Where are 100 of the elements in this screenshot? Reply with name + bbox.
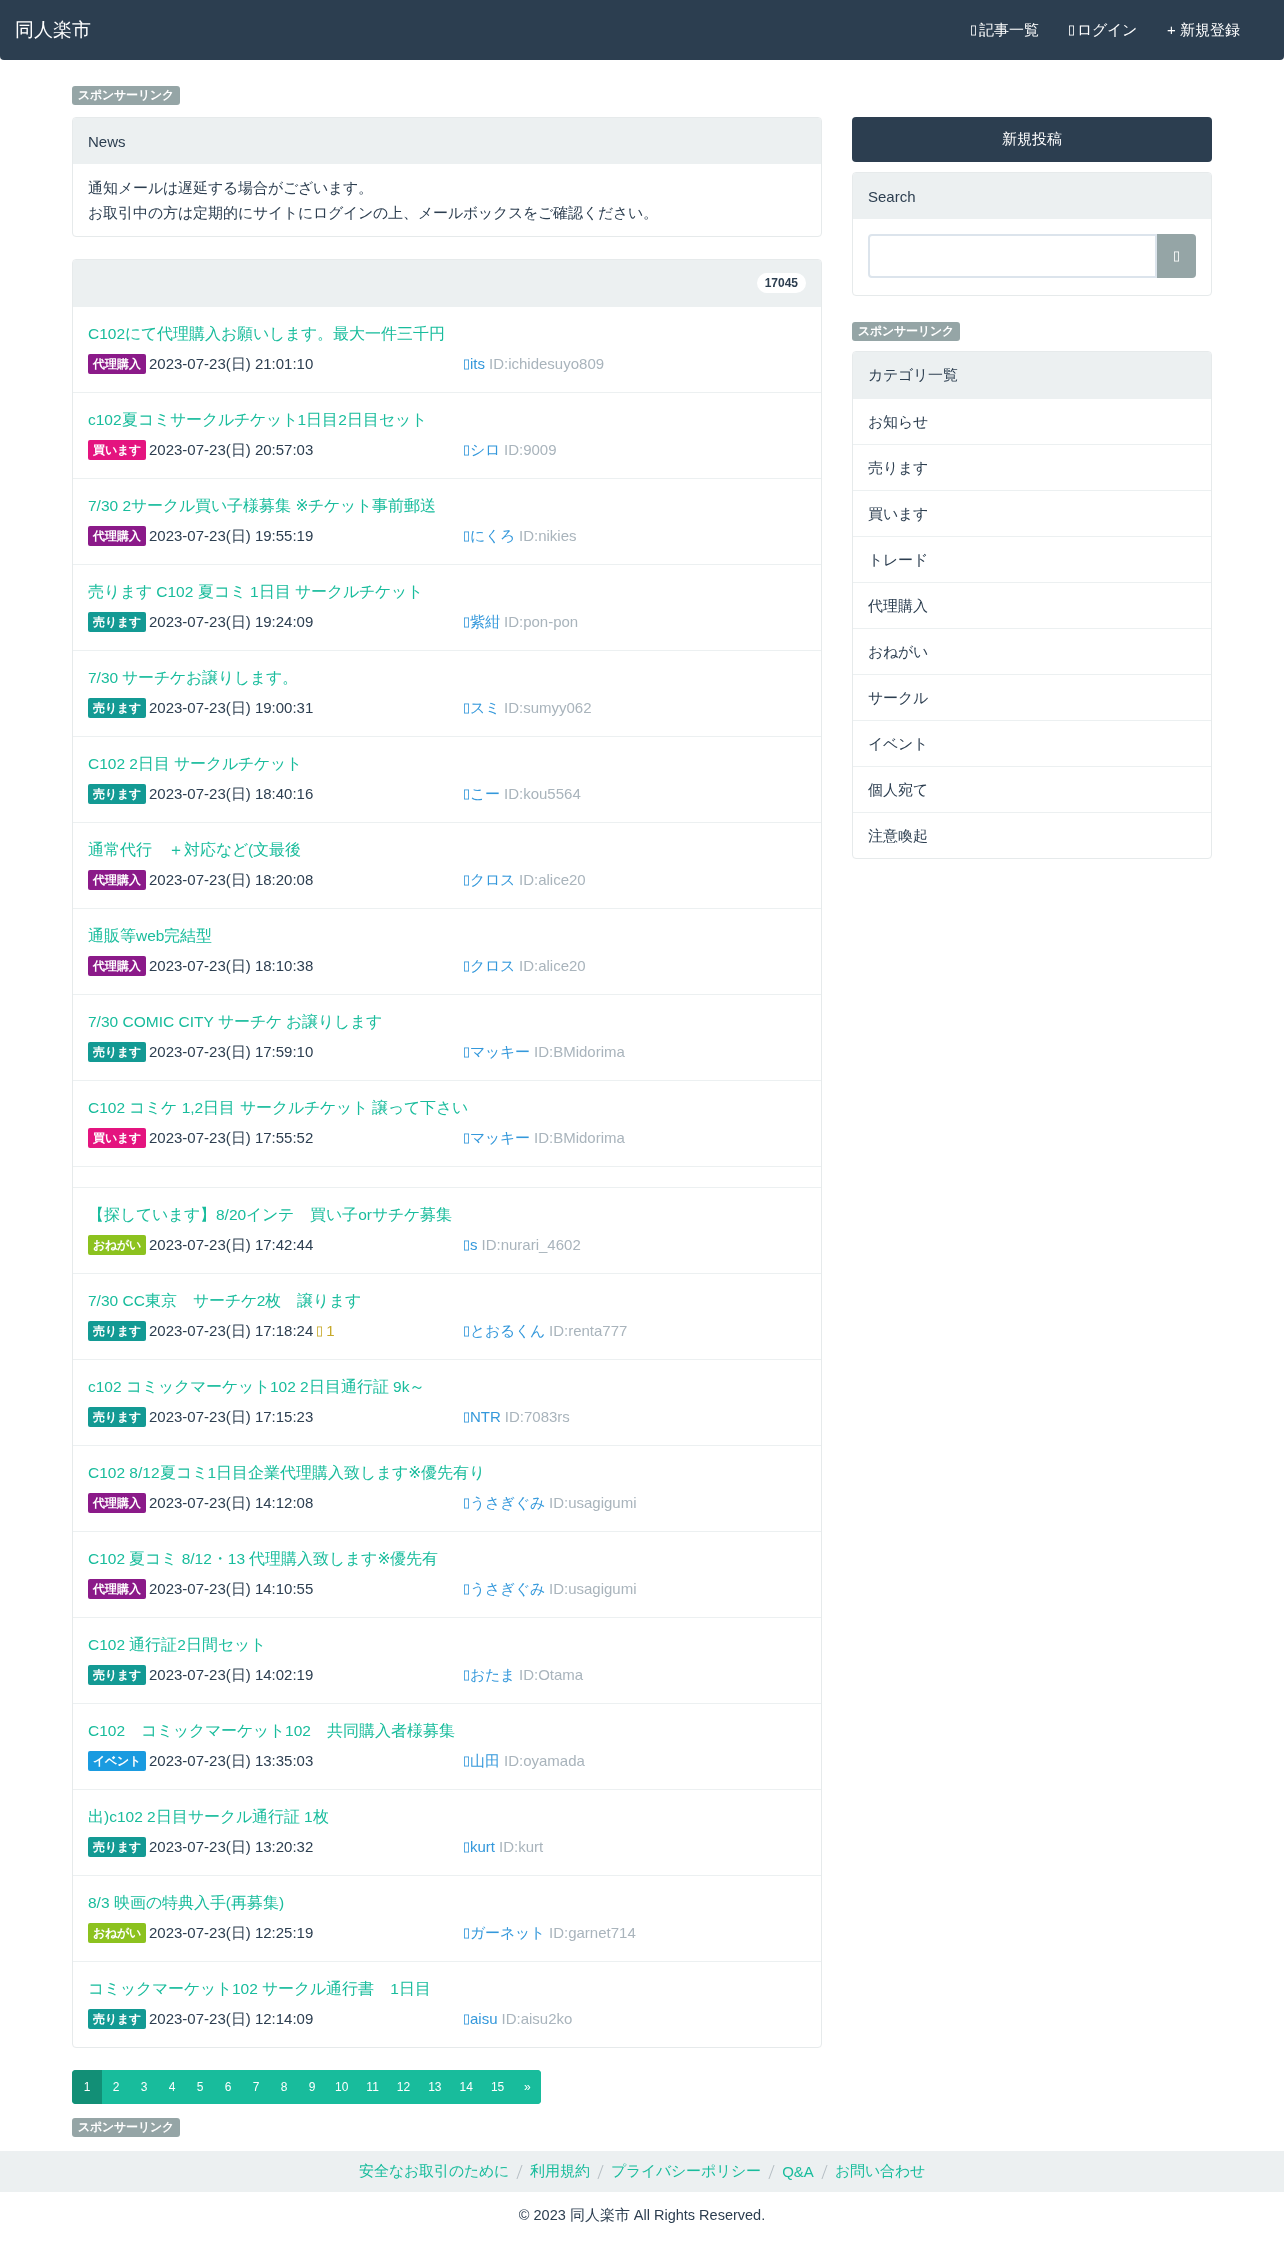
card-title: Search [853, 173, 1211, 219]
post-title-link[interactable]: 【探しています】8/20インテ 買い子orサチケ募集 [88, 1203, 806, 1227]
footer-link[interactable]: Q&A [782, 2163, 814, 2180]
new-post-button[interactable]: 新規投稿 [852, 117, 1212, 162]
category-tag: 代理購入 [88, 1493, 146, 1513]
category-item[interactable]: おねがい [853, 628, 1211, 674]
post-title-link[interactable]: コミックマーケット102 サークル通行書 1日目 [88, 1977, 806, 2001]
author-link[interactable]: シロ [470, 439, 500, 461]
post-title-link[interactable]: c102夏コミサークルチケット1日目2日目セット [88, 408, 806, 432]
category-tag: 売ります [88, 784, 146, 804]
user-id: ID:kurt [499, 1837, 544, 1857]
category-tag: 売ります [88, 1837, 146, 1857]
category-tag: おねがい [88, 1235, 146, 1255]
missing-glyph-icon [464, 530, 469, 542]
category-item[interactable]: 代理購入 [853, 582, 1211, 628]
category-tag: 代理購入 [88, 1579, 146, 1599]
author-link[interactable]: スミ [470, 697, 500, 719]
author-link[interactable]: 山田 [470, 1750, 500, 1772]
sponsor-label: スポンサーリンク [72, 86, 180, 105]
site-logo[interactable]: 同人楽市 [15, 17, 91, 43]
author-link[interactable]: おたま [470, 1664, 515, 1686]
category-item[interactable]: お知らせ [853, 398, 1211, 444]
user-id: ID:9009 [504, 440, 557, 460]
news-text: 通知メールは遅延する場合がございます。 [88, 179, 374, 198]
category-item[interactable]: サークル [853, 674, 1211, 720]
post-title-link[interactable]: 8/3 映画の特典入手(再募集) [88, 1891, 806, 1915]
post-date: 2023-07-23(日) 19:00:31 [149, 698, 314, 718]
category-tag: 売ります [88, 1321, 146, 1341]
page-link[interactable]: 1 [72, 2070, 102, 2104]
user-id: ID:alice20 [519, 956, 586, 976]
post-title-link[interactable]: 出)c102 2日目サークル通行証 1枚 [88, 1805, 806, 1829]
user-id: ID:BMidorima [534, 1042, 625, 1062]
post-title-link[interactable]: C102にて代理購入お願いします。最大一件三千円 [88, 322, 806, 346]
search-field[interactable] [868, 234, 1157, 278]
user-id: ID:oyamada [504, 1751, 585, 1771]
author-link[interactable]: aisu [470, 2008, 498, 2030]
author-link[interactable]: ガーネット [470, 1922, 545, 1944]
missing-glyph-icon [464, 2013, 469, 2025]
footer-link[interactable]: 安全なお取引のために [359, 2162, 510, 2181]
footer-link[interactable]: 利用規約 [530, 2162, 591, 2181]
category-item[interactable]: 売ります [853, 444, 1211, 490]
author-link[interactable]: うさぎぐみ [470, 1578, 545, 1600]
footer-link[interactable]: お問い合わせ [834, 2162, 925, 2181]
post-title-link[interactable]: 通常代行 ＋対応など(文最後 [88, 838, 806, 862]
post-title-link[interactable]: 7/30 CC東京 サーチケ2枚 譲ります [88, 1289, 806, 1313]
author-link[interactable]: マッキー [470, 1041, 530, 1063]
category-item[interactable]: トレード [853, 536, 1211, 582]
author-link[interactable]: クロス [470, 869, 515, 891]
nav-link[interactable]: + 新規登録 [1167, 20, 1240, 40]
post-title-link[interactable]: 売ります C102 夏コミ 1日目 サークルチケット [88, 580, 806, 604]
author-link[interactable]: こー [470, 783, 500, 805]
missing-glyph-icon [464, 1497, 469, 1509]
user-id: ID:ichidesuyo809 [489, 354, 605, 374]
author-link[interactable]: マッキー [470, 1127, 530, 1149]
author-link[interactable]: にくろ [470, 525, 515, 547]
post-date: 2023-07-23(日) 12:14:09 [149, 2009, 314, 2029]
category-tag: 売ります [88, 1042, 146, 1062]
post-title-link[interactable]: c102 コミックマーケット102 2日目通行証 9k～ [88, 1375, 806, 1399]
missing-glyph-icon [1174, 250, 1179, 262]
post-title-link[interactable]: 7/30 2サークル買い子様募集 ※チケット事前郵送 [88, 494, 806, 518]
author-link[interactable]: うさぎぐみ [470, 1492, 545, 1514]
author-link[interactable]: NTR [470, 1406, 501, 1428]
author-link[interactable]: kurt [470, 1836, 495, 1858]
missing-glyph-icon [464, 874, 469, 886]
category-tag: イベント [88, 1751, 146, 1771]
footer-link[interactable]: プライバシーポリシー [611, 2162, 762, 2181]
author-link[interactable]: とおるくん [470, 1320, 545, 1342]
post-title-link[interactable]: C102 2日目 サークルチケット [88, 752, 806, 776]
post-title-link[interactable]: C102 夏コミ 8/12・13 代理購入致します※優先有 [88, 1547, 806, 1571]
author-link[interactable]: 紫紺 [470, 611, 500, 633]
post-title-link[interactable]: C102 8/12夏コミ1日目企業代理購入致します※優先有り [88, 1461, 806, 1485]
post-title-link[interactable]: 7/30 COMIC CITY サーチケ お譲りします [88, 1010, 806, 1034]
category-tag: 買います [88, 440, 146, 460]
category-tag: 売ります [88, 612, 146, 632]
category-item[interactable]: 個人宛て [853, 766, 1211, 812]
nav-link[interactable]: ログイン [1069, 20, 1138, 40]
author-link[interactable]: its [470, 353, 485, 375]
search-button[interactable] [1157, 234, 1196, 278]
nav-link[interactable]: 記事一覧 [971, 20, 1040, 40]
post-date: 2023-07-23(日) 17:42:44 [149, 1235, 314, 1255]
author-link[interactable]: s [470, 1234, 478, 1256]
post-date: 2023-07-23(日) 14:12:08 [149, 1493, 314, 1513]
post-date: 2023-07-23(日) 19:55:19 [149, 526, 314, 546]
post-title-link[interactable]: 7/30 サーチケお譲りします。 [88, 666, 806, 690]
category-item[interactable]: イベント [853, 720, 1211, 766]
post-title-link[interactable]: 通販等web完結型 [88, 924, 806, 948]
user-id: ID:usagigumi [549, 1493, 637, 1513]
post-title-link[interactable]: C102 コミックマーケット102 共同購入者様募集 [88, 1719, 806, 1743]
category-tag: 代理購入 [88, 354, 146, 374]
missing-glyph-icon [464, 444, 469, 456]
card-title: News [73, 118, 821, 164]
category-tag: 売ります [88, 1665, 146, 1685]
category-item[interactable]: 買います [853, 490, 1211, 536]
author-link[interactable]: クロス [470, 955, 515, 977]
category-item[interactable]: 注意喚起 [853, 812, 1211, 858]
post-title-link[interactable]: C102 コミケ 1,2日目 サークルチケット 譲って下さい [88, 1096, 806, 1120]
missing-glyph-icon [464, 702, 469, 714]
post-date: 2023-07-23(日) 20:57:03 [149, 440, 314, 460]
user-id: ID:usagigumi [549, 1579, 637, 1599]
post-title-link[interactable]: C102 通行証2日間セット [88, 1633, 806, 1657]
